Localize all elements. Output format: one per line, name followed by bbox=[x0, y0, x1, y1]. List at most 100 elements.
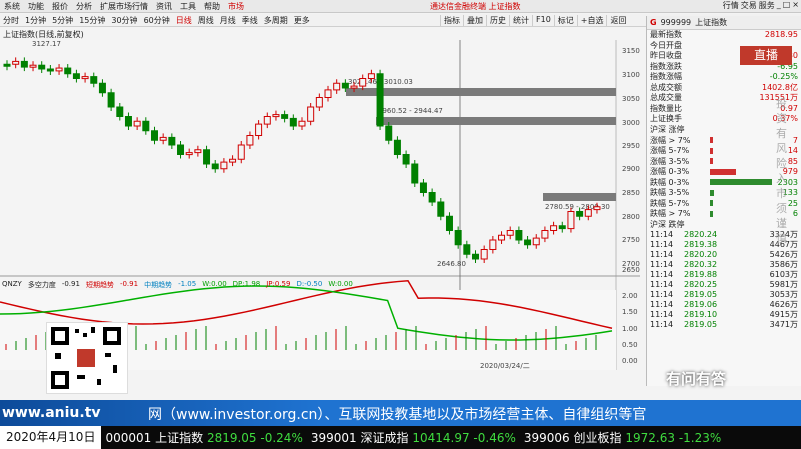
candle bbox=[12, 60, 20, 65]
period-tab-15m[interactable]: 15分钟 bbox=[76, 15, 108, 26]
candle bbox=[220, 161, 228, 170]
qr-dot bbox=[91, 327, 95, 333]
qr-code bbox=[46, 322, 128, 394]
support-zone-3 bbox=[543, 193, 616, 201]
tick-time: 11:14 bbox=[650, 229, 674, 239]
ticker-date: 2020年4月10日 bbox=[0, 426, 102, 449]
window-title: 通达信金融终端 上证指数 bbox=[430, 2, 521, 11]
peak-label: 3127.17 bbox=[32, 40, 61, 48]
fall-footer-label: 沪深 跌停 bbox=[650, 219, 685, 229]
tool-add-watch[interactable]: +自选 bbox=[576, 14, 607, 26]
candle bbox=[272, 114, 280, 118]
price-tick: 3150 bbox=[622, 47, 640, 55]
period-tab-more[interactable]: 更多 bbox=[291, 15, 313, 26]
candle bbox=[229, 158, 237, 163]
candle bbox=[550, 225, 558, 231]
period-tab-fenshi[interactable]: 分时 bbox=[0, 15, 22, 26]
candle bbox=[55, 67, 63, 72]
price-tick: 2650 bbox=[622, 266, 640, 274]
index-ticker: 2020年4月10日 000001 上证指数 2819.05 -0.24% 39… bbox=[0, 426, 801, 449]
tick-time: 11:14 bbox=[650, 289, 674, 299]
period-tab-day[interactable]: 日线 bbox=[173, 15, 195, 26]
tick-row: 11:14 2819.10 4915万 bbox=[647, 310, 801, 320]
candle bbox=[298, 120, 306, 127]
tick-volume: 5426万 bbox=[769, 249, 798, 259]
tool-overlay[interactable]: 叠加 bbox=[463, 14, 486, 26]
quote-field: 指数涨幅 -0.25% bbox=[647, 72, 801, 83]
menu-system[interactable]: 系统 bbox=[0, 1, 24, 12]
kline-chart[interactable]: 3029.46 - 3010.03 2960.52 - 2944.47 2780… bbox=[0, 40, 640, 370]
period-tab-month[interactable]: 月线 bbox=[217, 15, 239, 26]
ind-tick: 0.00 bbox=[622, 357, 638, 365]
tool-back[interactable]: 返回 bbox=[606, 14, 629, 26]
tick-time: 11:14 bbox=[650, 309, 674, 319]
tool-mark[interactable]: 标记 bbox=[553, 14, 577, 26]
tool-f10[interactable]: F10 bbox=[532, 14, 554, 26]
scroll-text: 网（www.investor.org.cn）、互联网投教基地以及市场经营主体、自… bbox=[148, 407, 647, 423]
period-tab-1m[interactable]: 1分钟 bbox=[22, 15, 49, 26]
menu-help[interactable]: 帮助 bbox=[200, 1, 224, 12]
menu-function[interactable]: 功能 bbox=[24, 1, 48, 12]
ind-tick: 2.00 bbox=[622, 292, 638, 300]
tool-stats[interactable]: 统计 bbox=[509, 14, 532, 26]
candle bbox=[185, 152, 193, 156]
trade-button[interactable]: 交易 bbox=[741, 0, 757, 11]
fall-label: 跌幅 5-7% bbox=[650, 198, 690, 208]
minimize-button[interactable]: _ bbox=[777, 0, 781, 11]
ticker-item: 000001 上证指数 2819.05 -0.24% bbox=[105, 429, 302, 446]
candle bbox=[159, 136, 167, 141]
quote-button[interactable]: 行情 bbox=[723, 0, 739, 11]
close-button[interactable]: × bbox=[792, 0, 799, 11]
index-name: 上证指数 bbox=[695, 18, 728, 27]
period-tab-quarter[interactable]: 季线 bbox=[239, 15, 261, 26]
risk-watermark: 投资有风险入市须谨慎 bbox=[776, 97, 787, 245]
candle bbox=[341, 82, 349, 89]
menu-ext-market[interactable]: 扩展市场行情 bbox=[96, 1, 152, 12]
rise-bar bbox=[710, 168, 737, 175]
candle bbox=[90, 76, 98, 84]
tool-history[interactable]: 历史 bbox=[486, 14, 509, 26]
candle bbox=[593, 206, 601, 211]
menu-market[interactable]: 市场 bbox=[224, 1, 248, 12]
menu-tools[interactable]: 工具 bbox=[176, 1, 200, 12]
field-key: 总成交额 bbox=[650, 82, 682, 92]
fall-bar bbox=[710, 189, 714, 196]
fall-bar bbox=[710, 200, 713, 207]
candle bbox=[567, 211, 575, 230]
ind-label4: W:0.00 bbox=[202, 280, 227, 288]
tick-time: 11:14 bbox=[650, 249, 674, 259]
ind-name[interactable]: QNZY bbox=[2, 280, 22, 290]
ind-v1: -0.91 bbox=[61, 280, 80, 288]
candle bbox=[177, 144, 185, 155]
period-tab-week[interactable]: 周线 bbox=[195, 15, 217, 26]
index-code: 999999 bbox=[660, 18, 692, 27]
period-tab-60m[interactable]: 60分钟 bbox=[141, 15, 173, 26]
candle bbox=[359, 78, 367, 87]
candle bbox=[211, 163, 219, 170]
tool-indicator[interactable]: 指标 bbox=[440, 14, 463, 26]
tick-price: 2819.05 bbox=[684, 289, 718, 299]
menu-quote[interactable]: 报价 bbox=[48, 1, 72, 12]
ticker-name: 创业板指 bbox=[573, 431, 622, 445]
price-tick: 2850 bbox=[622, 189, 640, 197]
candle bbox=[29, 64, 37, 68]
period-tab-30m[interactable]: 30分钟 bbox=[108, 15, 140, 26]
menu-analysis[interactable]: 分析 bbox=[72, 1, 96, 12]
service-button[interactable]: 服务 bbox=[759, 0, 775, 11]
period-tab-multi[interactable]: 多周期 bbox=[261, 15, 291, 26]
ind-label3: 中期趋势 bbox=[144, 281, 173, 289]
candle bbox=[385, 125, 393, 141]
ticker-chg: -1.23% bbox=[678, 431, 722, 445]
tick-row: 11:14 2819.88 6103万 bbox=[647, 270, 801, 280]
qr-dot bbox=[75, 329, 79, 333]
field-key: 指数涨幅 bbox=[650, 72, 682, 81]
ticker-item: 399001 深证成指 10414.97 -0.46% bbox=[311, 429, 516, 446]
qr-logo bbox=[77, 349, 95, 367]
period-tab-5m[interactable]: 5分钟 bbox=[49, 15, 76, 26]
tick-volume: 5981万 bbox=[769, 279, 798, 289]
maximize-button[interactable]: □ bbox=[783, 0, 791, 11]
menu-info[interactable]: 资讯 bbox=[152, 1, 176, 12]
ticker-item: 399006 创业板指 1972.63 -1.23% bbox=[524, 429, 721, 446]
candle bbox=[515, 230, 523, 241]
ind-tick: 1.50 bbox=[622, 308, 638, 316]
